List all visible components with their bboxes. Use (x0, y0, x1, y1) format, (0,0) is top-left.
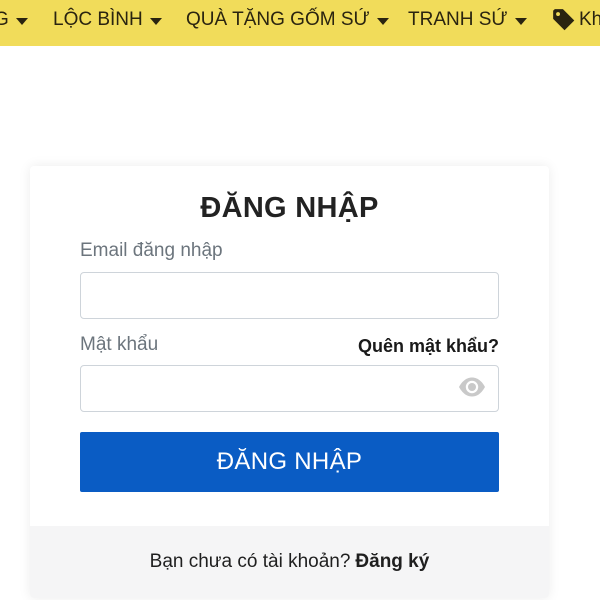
eye-icon[interactable] (458, 375, 486, 399)
caret-down-icon (15, 17, 28, 25)
nav-item-label: G (0, 9, 9, 30)
nav-item-partial[interactable]: G (0, 0, 28, 40)
nav-item-label: Kh (579, 9, 600, 30)
nav-item-qua-tang-gom-su[interactable]: QUÀ TẶNG GỐM SỨ (186, 0, 389, 40)
no-account-text: Bạn chưa có tài khoản? (149, 551, 351, 572)
nav-item-loc-binh[interactable]: LỘC BÌNH (53, 0, 162, 40)
nav-item-khuyen-mai[interactable]: Kh (551, 0, 600, 40)
login-submit-button[interactable]: ĐĂNG NHẬP (80, 432, 499, 492)
caret-down-icon (149, 17, 162, 25)
password-field[interactable] (80, 365, 499, 412)
login-title: ĐĂNG NHẬP (200, 192, 379, 224)
register-link[interactable]: Đăng ký (355, 551, 429, 573)
forgot-password-link[interactable]: Quên mật khẩu? (358, 336, 499, 357)
card-footer: Bạn chưa có tài khoản? Đăng ký (30, 526, 549, 598)
nav-item-label: QUÀ TẶNG GỐM SỨ (186, 9, 370, 30)
email-field[interactable] (80, 272, 499, 319)
nav-item-label: TRANH SỨ (408, 9, 508, 30)
email-label: Email đăng nhập (80, 240, 223, 261)
login-card: ĐĂNG NHẬP Email đăng nhập Mật khẩu Quên … (30, 166, 549, 598)
nav-item-tranh-su[interactable]: TRANH SỨ (408, 0, 527, 40)
caret-down-icon (514, 17, 527, 25)
tag-icon (553, 9, 575, 31)
caret-down-icon (376, 17, 389, 25)
nav-item-label: LỘC BÌNH (53, 9, 143, 30)
password-label: Mật khẩu (80, 334, 159, 355)
top-navbar: G LỘC BÌNH QUÀ TẶNG GỐM SỨ TRANH SỨ Kh (0, 0, 600, 46)
